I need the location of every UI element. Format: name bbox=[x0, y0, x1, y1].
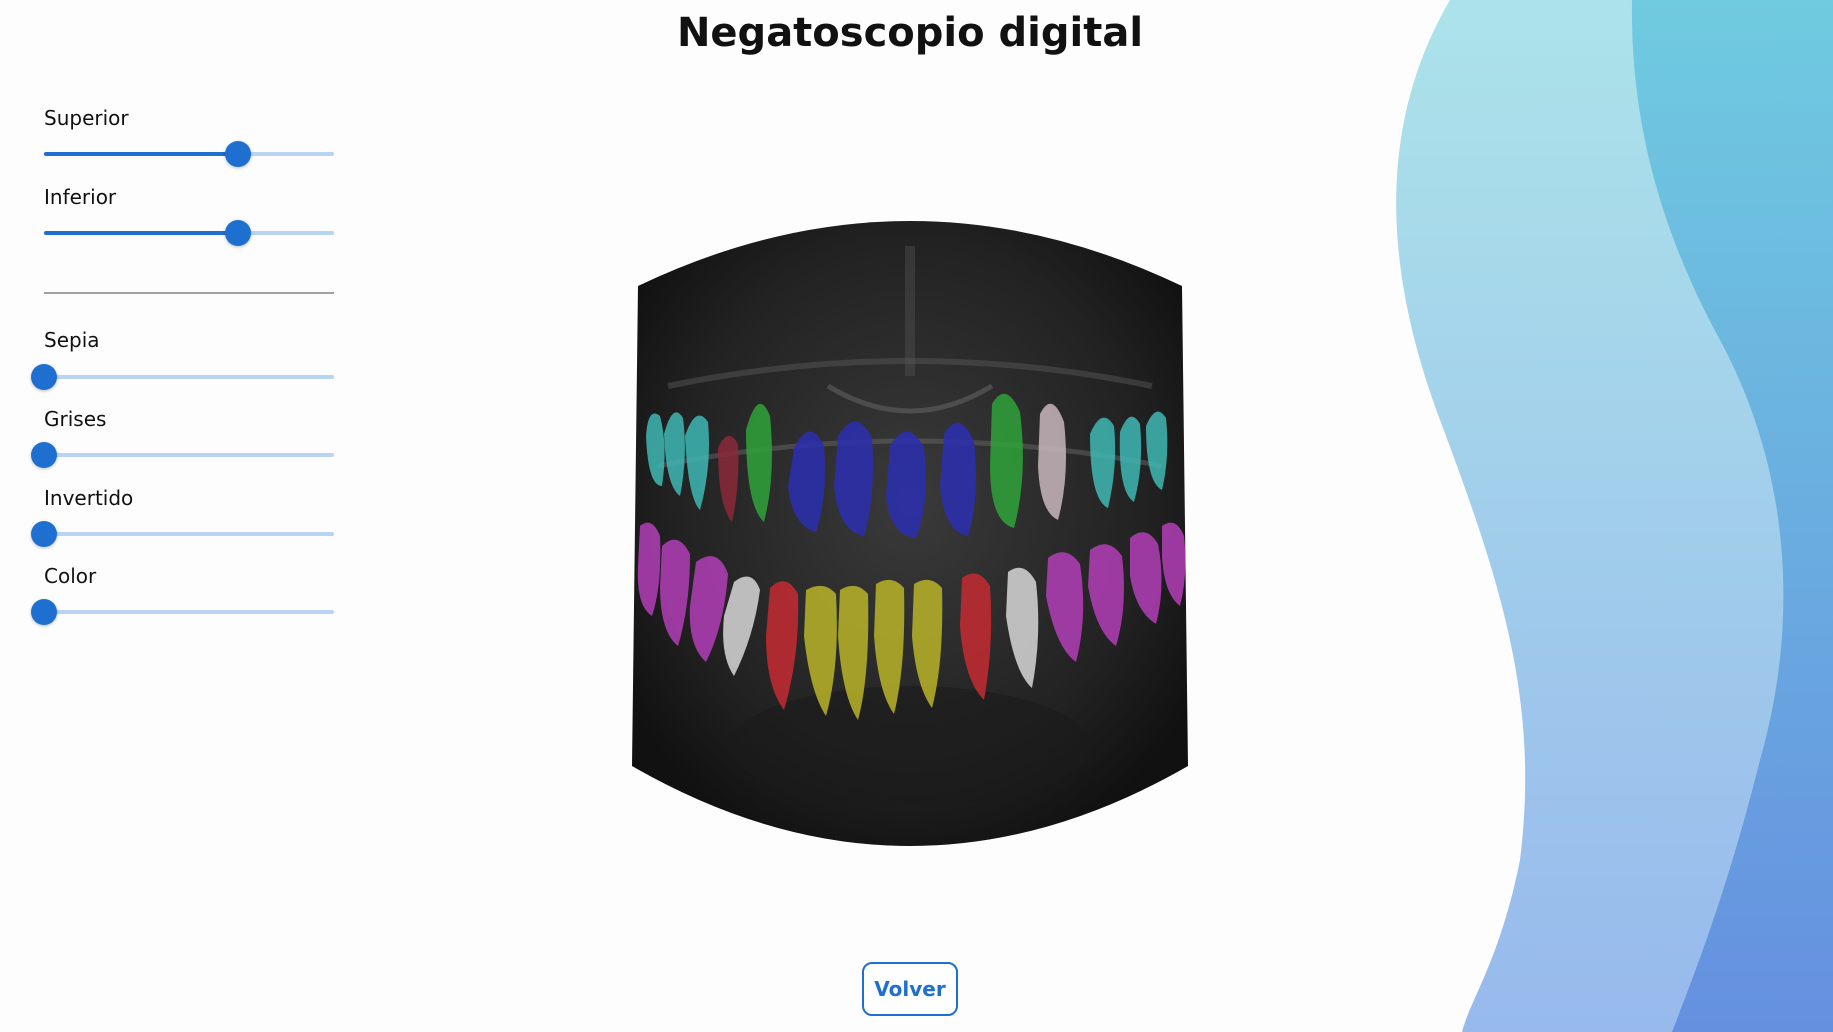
sepia-slider[interactable] bbox=[31, 364, 334, 390]
inferior-slider-thumb[interactable] bbox=[225, 220, 252, 246]
dental-xray-image bbox=[632, 221, 1188, 846]
inferior-slider[interactable] bbox=[44, 220, 334, 246]
invertido-label: Invertido bbox=[44, 486, 134, 510]
invertido-slider-thumb[interactable] bbox=[31, 521, 57, 547]
page-title: Negatoscopio digital bbox=[676, 10, 1144, 56]
color-slider-thumb[interactable] bbox=[31, 599, 57, 625]
invertido-slider[interactable] bbox=[31, 521, 334, 547]
back-button[interactable]: Volver bbox=[862, 962, 958, 1016]
sepia-slider-thumb[interactable] bbox=[31, 364, 57, 390]
superior-slider-fill bbox=[44, 152, 239, 156]
superior-label: Superior bbox=[44, 106, 129, 130]
inferior-label: Inferior bbox=[44, 185, 117, 209]
color-slider[interactable] bbox=[31, 599, 334, 625]
sepia-label: Sepia bbox=[44, 328, 100, 352]
grises-slider[interactable] bbox=[31, 442, 334, 468]
grises-slider-thumb[interactable] bbox=[31, 442, 57, 468]
inferior-slider-fill bbox=[44, 231, 239, 235]
divider bbox=[44, 292, 334, 294]
color-label: Color bbox=[44, 564, 97, 588]
superior-slider[interactable] bbox=[44, 141, 334, 167]
grises-label: Grises bbox=[44, 407, 107, 431]
superior-slider-thumb[interactable] bbox=[225, 141, 252, 167]
